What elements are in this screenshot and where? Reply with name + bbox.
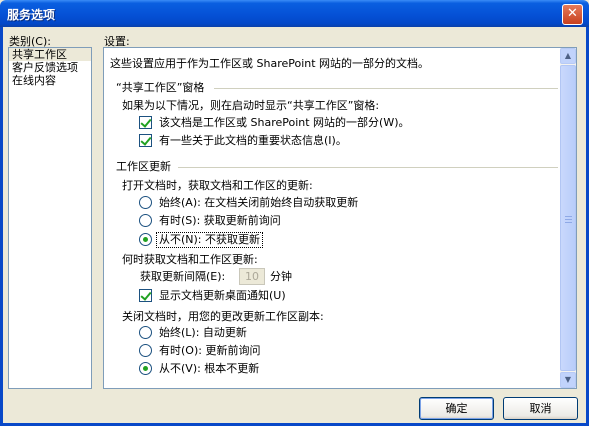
close-always-radio[interactable] <box>139 326 152 339</box>
scroll-down-button[interactable]: ▼ <box>560 372 576 388</box>
cancel-button[interactable]: 取消 <box>503 397 578 420</box>
close-never-label[interactable]: 从不(V): 根本不更新 <box>159 362 259 376</box>
settings-content: 这些设置应用于作为工作区或 SharePoint 网站的一部分的文档。 “共享工… <box>104 48 560 388</box>
status-info-label[interactable]: 有一些关于此文档的重要状态信息(I)。 <box>159 134 347 148</box>
settings-panel[interactable]: 这些设置应用于作为工作区或 SharePoint 网站的一部分的文档。 “共享工… <box>103 47 577 389</box>
scroll-thumb[interactable] <box>560 65 576 371</box>
close-sometimes-label[interactable]: 有时(O): 更新前询问 <box>159 344 260 358</box>
window-title: 服务选项 <box>7 8 56 22</box>
open-always-label[interactable]: 始终(A): 在文档关闭前始终自动获取更新 <box>159 196 358 210</box>
open-never-radio[interactable] <box>139 233 152 246</box>
scroll-up-button[interactable]: ▲ <box>560 48 576 64</box>
chevron-down-icon: ▼ <box>564 375 572 384</box>
category-list[interactable]: 共享工作区 客户反馈选项 在线内容 <box>8 47 92 389</box>
pane-prompt: 如果为以下情况，则在启动时显示“共享工作区”窗格: <box>122 99 380 112</box>
close-icon: ✕ <box>567 6 578 21</box>
update-section-heading: 工作区更新 <box>116 160 171 173</box>
update-section-divider <box>178 167 558 168</box>
category-item-online-content[interactable]: 在线内容 <box>9 74 91 87</box>
interval-unit: 分钟 <box>270 270 292 283</box>
title-bar[interactable]: 服务选项 ✕ <box>0 0 589 27</box>
notify-checkbox[interactable] <box>139 289 152 302</box>
chevron-up-icon: ▲ <box>564 51 572 60</box>
open-sometimes-label[interactable]: 有时(S): 获取更新前询问 <box>159 214 281 228</box>
grip-icon <box>565 216 572 223</box>
workspace-part-label[interactable]: 该文档是工作区或 SharePoint 网站的一部分(W)。 <box>159 116 410 130</box>
status-info-checkbox[interactable] <box>139 134 152 147</box>
category-item-customer-feedback[interactable]: 客户反馈选项 <box>9 61 91 74</box>
category-item-shared-workspace[interactable]: 共享工作区 <box>9 48 91 61</box>
close-never-radio[interactable] <box>139 362 152 375</box>
notify-label[interactable]: 显示文档更新桌面通知(U) <box>159 289 286 303</box>
close-always-label[interactable]: 始终(L): 自动更新 <box>159 326 247 340</box>
interval-input[interactable]: 10 <box>239 268 265 285</box>
open-prompt: 打开文档时，获取文档和工作区的更新: <box>122 179 313 192</box>
ok-button[interactable]: 确定 <box>419 397 494 420</box>
pane-section-heading: “共享工作区”窗格 <box>116 81 205 94</box>
interval-label: 获取更新间隔(E): <box>140 270 226 283</box>
open-sometimes-radio[interactable] <box>139 214 152 227</box>
settings-scrollbar[interactable]: ▲ ▼ <box>560 48 576 388</box>
close-prompt: 关闭文档时，用您的更改更新工作区副本: <box>122 310 324 323</box>
open-always-radio[interactable] <box>139 196 152 209</box>
window-frame-left <box>0 27 3 426</box>
workspace-part-checkbox[interactable] <box>139 116 152 129</box>
close-sometimes-radio[interactable] <box>139 344 152 357</box>
when-prompt: 何时获取文档和工作区更新: <box>122 253 258 266</box>
pane-section-divider <box>214 88 558 89</box>
settings-intro: 这些设置应用于作为工作区或 SharePoint 网站的一部分的文档。 <box>110 57 430 70</box>
close-button[interactable]: ✕ <box>562 4 583 25</box>
open-never-label[interactable]: 从不(N): 不获取更新 <box>155 232 264 248</box>
